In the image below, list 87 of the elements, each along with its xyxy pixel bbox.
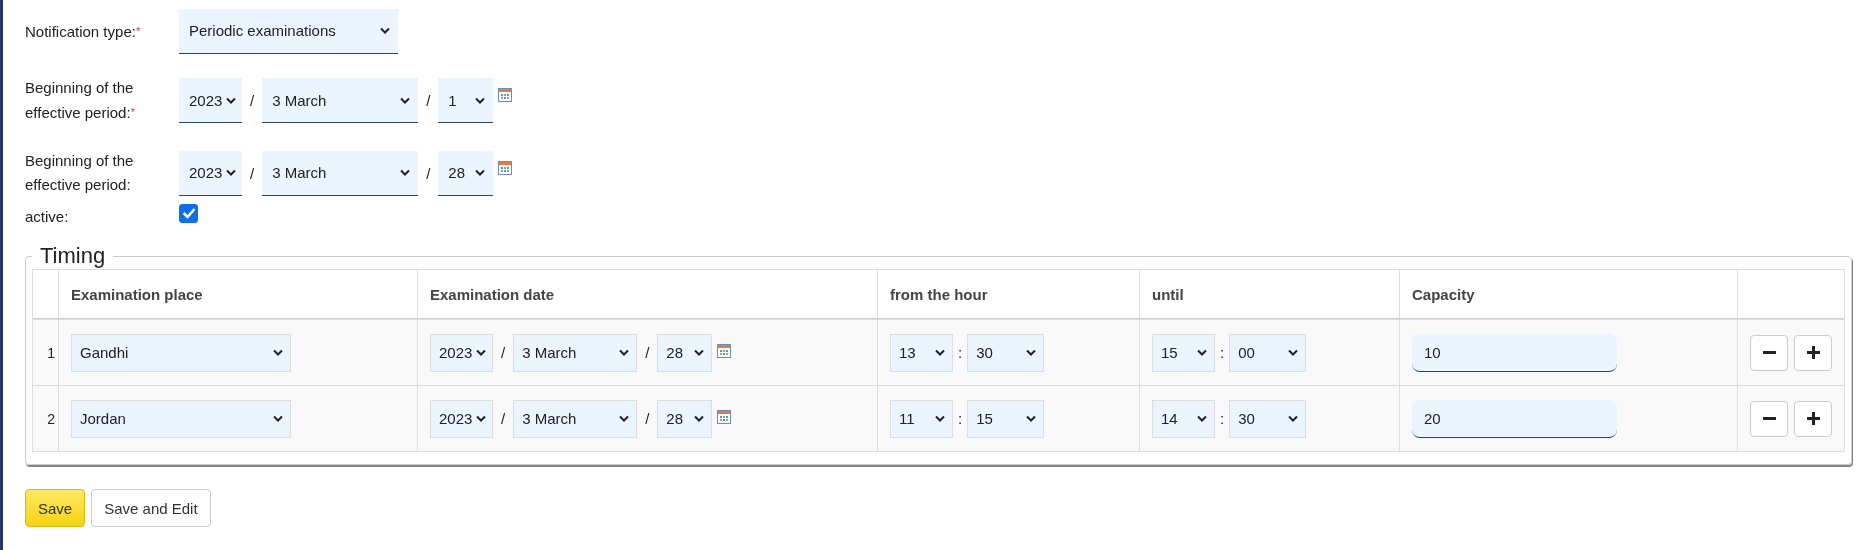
day-dropdown[interactable]: 28	[657, 399, 713, 438]
day-dropdown[interactable]: 28	[438, 150, 494, 196]
time-separator: :	[958, 410, 963, 427]
hour-dropdown[interactable]: 11	[890, 399, 953, 438]
plus-icon	[1806, 346, 1820, 359]
chevron-icon	[400, 96, 411, 104]
minus-icon	[1762, 417, 1776, 420]
minute-dropdown[interactable]: 30	[967, 333, 1045, 372]
chevron-icon	[226, 169, 237, 176]
notification-type-dropdown[interactable]: Periodic examinations	[179, 8, 398, 54]
plus-icon	[1806, 412, 1820, 425]
date-separator: /	[426, 92, 431, 109]
save-and-edit-button[interactable]: Save and Edit	[91, 489, 211, 527]
field-label: Beginning of the effective period:$^{*}$	[25, 78, 136, 123]
calendar-icon[interactable]	[717, 343, 732, 358]
date-separator: /	[645, 410, 650, 427]
chevron-icon	[273, 349, 283, 356]
date-separator: /	[501, 344, 506, 361]
field-label: Notification type:$^{*}$	[25, 21, 141, 42]
field-label: Beginning of the effective period:	[25, 151, 135, 195]
hour-dropdown[interactable]: 14	[1152, 399, 1215, 438]
chevron-icon	[273, 415, 283, 422]
column-header: from the hour	[890, 285, 988, 303]
chevron-icon	[619, 349, 630, 356]
minute-dropdown[interactable]: 00	[1229, 333, 1307, 372]
panel-legend: Timing	[32, 243, 114, 269]
day-dropdown[interactable]: 1	[438, 78, 494, 123]
remove-row-button[interactable]	[1750, 400, 1788, 437]
minute-dropdown[interactable]: 30	[1229, 399, 1307, 438]
year-dropdown[interactable]: 2023	[179, 78, 242, 123]
month-dropdown[interactable]: 3 March	[262, 78, 419, 123]
place-dropdown[interactable]: Jordan	[71, 399, 291, 438]
year-dropdown[interactable]: 2023	[430, 333, 493, 372]
chevron-icon	[476, 415, 487, 422]
capacity-input[interactable]: 20	[1412, 399, 1617, 438]
chevron-icon	[694, 415, 705, 422]
date-separator: /	[645, 344, 650, 361]
minus-icon	[1762, 351, 1776, 354]
column-header: Examination place	[71, 285, 203, 303]
hour-dropdown[interactable]: 15	[1152, 333, 1215, 372]
chevron-icon	[475, 169, 486, 176]
chevron-icon	[694, 349, 705, 356]
field-label: active:	[25, 207, 69, 227]
save-button[interactable]: Save	[25, 489, 86, 527]
row-number: 2	[47, 410, 55, 427]
calendar-icon[interactable]	[498, 160, 513, 175]
minute-dropdown[interactable]: 15	[967, 399, 1045, 438]
capacity-input[interactable]: 10	[1412, 333, 1617, 372]
chevron-icon	[1197, 349, 1207, 356]
remove-row-button[interactable]	[1750, 334, 1788, 371]
month-dropdown[interactable]: 3 March	[513, 333, 638, 372]
time-separator: :	[1220, 410, 1225, 427]
column-header: Examination date	[430, 285, 555, 303]
add-row-button[interactable]	[1794, 400, 1832, 437]
chevron-icon	[1288, 349, 1299, 356]
date-separator: /	[501, 410, 506, 427]
month-dropdown[interactable]: 3 March	[262, 150, 419, 196]
date-separator: /	[250, 164, 255, 182]
chevron-icon	[1026, 349, 1037, 356]
chevron-icon	[1026, 415, 1037, 422]
time-separator: :	[1220, 344, 1225, 361]
chevron-icon	[475, 96, 486, 104]
place-dropdown[interactable]: Gandhi	[71, 333, 291, 372]
date-separator: /	[250, 92, 255, 109]
active-checkbox[interactable]	[179, 203, 198, 223]
chevron-icon	[935, 349, 945, 356]
hour-dropdown[interactable]: 13	[890, 333, 953, 372]
calendar-icon[interactable]	[498, 88, 513, 102]
column-header: Capacity	[1412, 285, 1475, 303]
chevron-icon	[226, 96, 237, 104]
chevron-icon	[935, 415, 945, 422]
month-dropdown[interactable]: 3 March	[513, 399, 638, 438]
column-header: until	[1152, 285, 1184, 303]
chevron-icon	[619, 415, 630, 422]
add-row-button[interactable]	[1794, 334, 1832, 371]
time-separator: :	[958, 344, 963, 361]
chevron-icon	[476, 349, 487, 356]
calendar-icon[interactable]	[717, 409, 732, 424]
chevron-icon	[400, 169, 411, 176]
chevron-icon	[1197, 415, 1207, 422]
row-number: 1	[47, 344, 55, 361]
year-dropdown[interactable]: 2023	[430, 399, 493, 438]
chevron-icon	[380, 27, 390, 34]
chevron-icon	[1288, 415, 1299, 422]
year-dropdown[interactable]: 2023	[179, 150, 242, 196]
date-separator: /	[426, 164, 431, 182]
day-dropdown[interactable]: 28	[657, 333, 713, 372]
